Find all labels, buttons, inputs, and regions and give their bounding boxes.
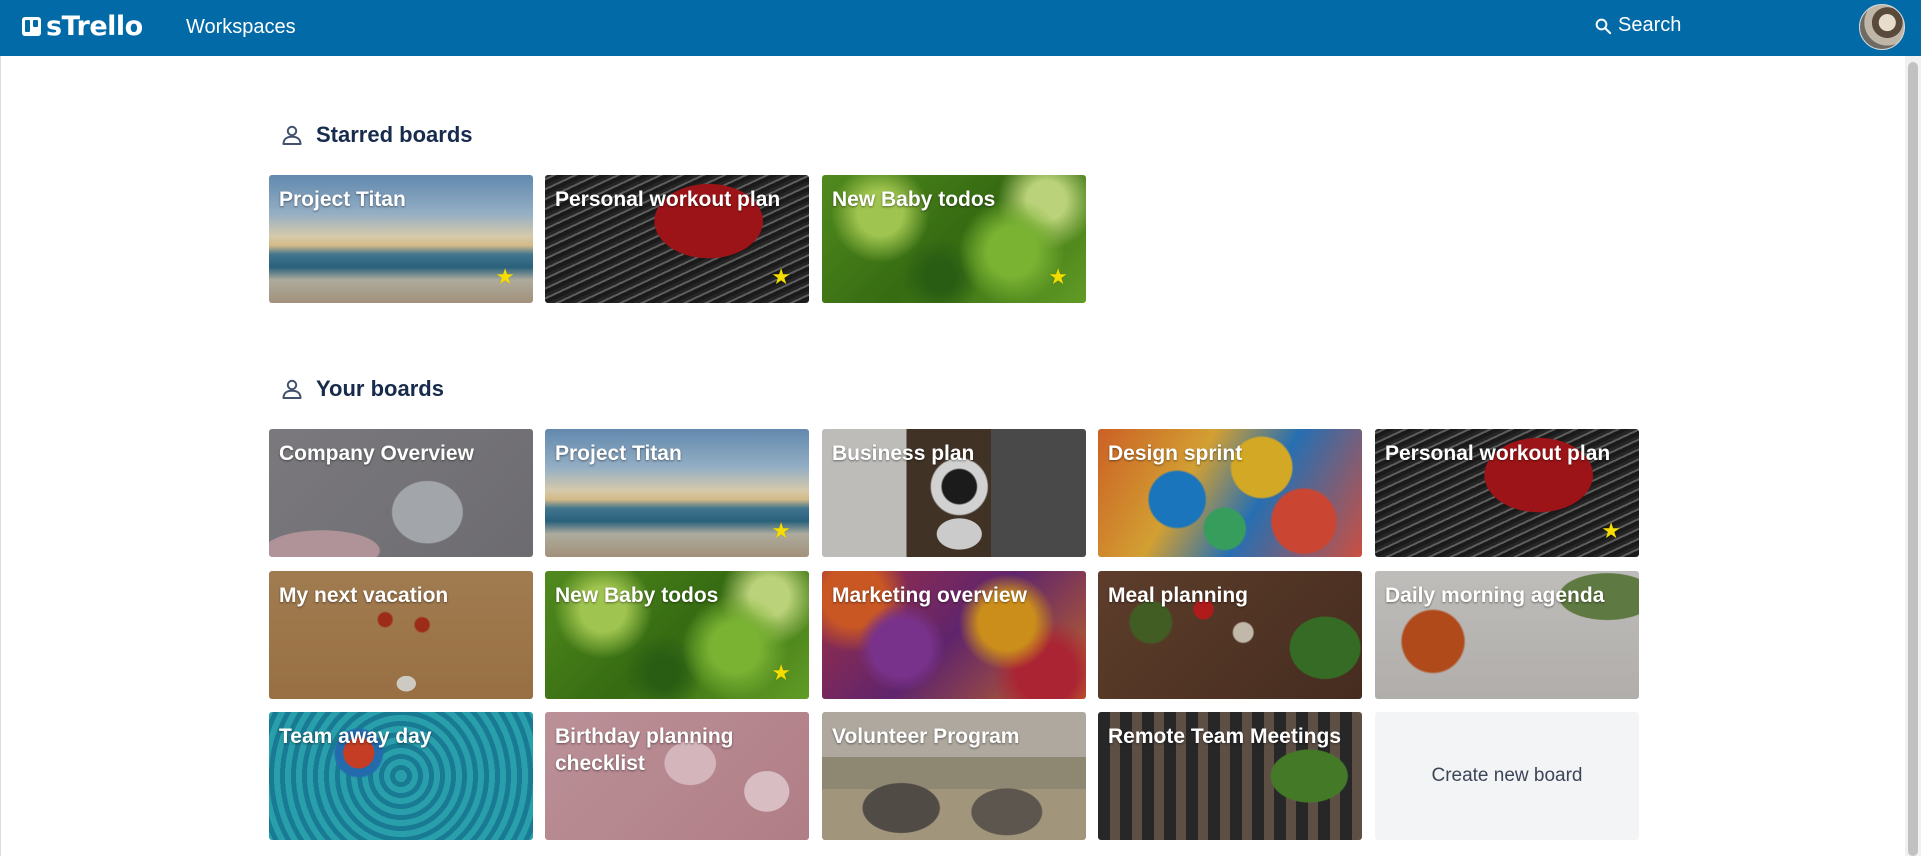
workspaces-menu-button[interactable]: Workspaces: [186, 16, 296, 39]
vertical-scrollbar[interactable]: [1905, 56, 1921, 856]
starred-board-personal-workout-plan[interactable]: Personal workout plan ★: [545, 175, 809, 303]
board-title: Company Overview: [279, 442, 474, 465]
board-title: Volunteer Program: [832, 725, 1020, 748]
board-title: Personal workout plan: [555, 188, 781, 211]
board-title: New Baby todos: [832, 188, 996, 211]
board-marketing-overview[interactable]: Marketing overview: [822, 571, 1086, 699]
scrollbar-thumb[interactable]: [1908, 62, 1918, 856]
starred-board-new-baby-todos[interactable]: New Baby todos ★: [822, 175, 1086, 303]
board-team-away-day[interactable]: Team away day: [269, 712, 533, 840]
board-new-baby-todos[interactable]: New Baby todos ★: [545, 571, 809, 699]
search-icon: [1595, 18, 1612, 34]
board-title: New Baby todos: [555, 584, 719, 607]
board-title: Personal workout plan: [1385, 442, 1611, 465]
board-birthday-planning-checklist[interactable]: Birthday planning checklist: [545, 712, 809, 840]
create-new-board-button[interactable]: Create new board: [1375, 712, 1639, 840]
star-icon[interactable]: ★: [771, 662, 791, 684]
starred-boards-heading: Starred boards: [280, 122, 473, 148]
board-personal-workout-plan[interactable]: Personal workout plan ★: [1375, 429, 1639, 557]
star-icon[interactable]: ★: [771, 266, 791, 288]
person-icon: [282, 125, 302, 145]
app-logo-text: sTrello: [46, 10, 143, 42]
search-label: Search: [1618, 14, 1682, 36]
page-border: [0, 56, 1, 856]
section-title-text: Your boards: [316, 376, 444, 401]
user-avatar[interactable]: [1859, 4, 1905, 50]
board-title: Marketing overview: [832, 584, 1027, 607]
top-navigation-bar: sTrello Workspaces Search: [0, 0, 1921, 56]
star-icon[interactable]: ★: [1601, 520, 1621, 542]
board-business-plan[interactable]: Business plan: [822, 429, 1086, 557]
board-company-overview[interactable]: Company Overview: [269, 429, 533, 557]
board-daily-morning-agenda[interactable]: Daily morning agenda: [1375, 571, 1639, 699]
app-logo[interactable]: sTrello: [22, 10, 143, 42]
board-remote-team-meetings[interactable]: Remote Team Meetings: [1098, 712, 1362, 840]
your-boards-heading: Your boards: [280, 376, 444, 402]
star-icon[interactable]: ★: [495, 266, 515, 288]
board-title: Project Titan: [279, 188, 406, 211]
board-title: Meal planning: [1108, 584, 1249, 607]
board-my-next-vacation[interactable]: My next vacation: [269, 571, 533, 699]
section-title-text: Starred boards: [316, 122, 473, 147]
board-title: Remote Team Meetings: [1108, 725, 1341, 748]
person-icon: [282, 379, 302, 399]
board-project-titan[interactable]: Project Titan ★: [545, 429, 809, 557]
star-icon[interactable]: ★: [771, 520, 791, 542]
board-title: Team away day: [279, 725, 432, 748]
board-title: Daily morning agenda: [1385, 584, 1605, 607]
board-title: My next vacation: [279, 584, 449, 607]
board-title: Design sprint: [1108, 442, 1243, 465]
board-title: Birthday planning checklist: [555, 725, 734, 775]
board-volunteer-program[interactable]: Volunteer Program: [822, 712, 1086, 840]
trello-logo-icon: [22, 16, 41, 36]
search-button[interactable]: Search: [1594, 14, 1681, 37]
starred-board-project-titan[interactable]: Project Titan ★: [269, 175, 533, 303]
board-title: Business plan: [832, 442, 975, 465]
board-title: Project Titan: [555, 442, 682, 465]
star-icon[interactable]: ★: [1048, 266, 1068, 288]
board-design-sprint[interactable]: Design sprint: [1098, 429, 1362, 557]
board-meal-planning[interactable]: Meal planning: [1098, 571, 1362, 699]
